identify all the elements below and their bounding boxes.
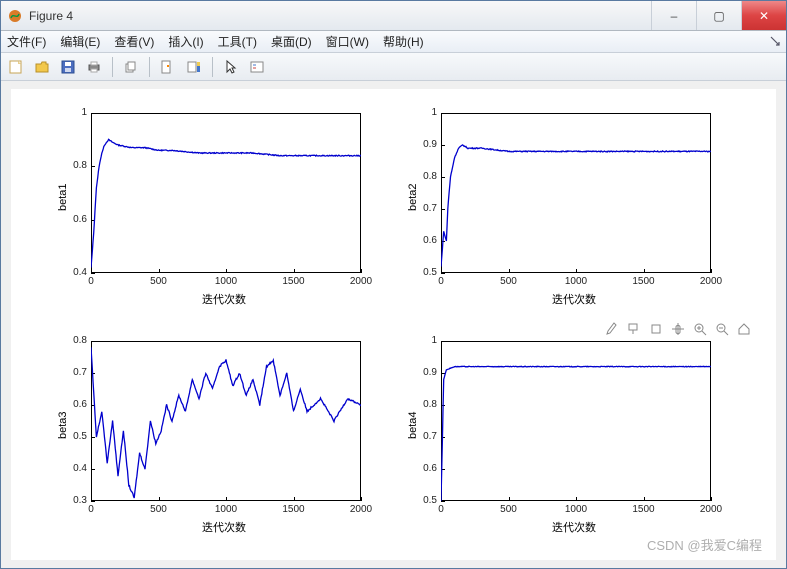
minimize-icon: – bbox=[671, 9, 678, 23]
menu-help[interactable]: 帮助(H) bbox=[383, 33, 424, 50]
menubar: 文件(F) 编辑(E) 查看(V) 插入(I) 工具(T) 桌面(D) 窗口(W… bbox=[1, 31, 786, 53]
xlabel: 迭代次数 bbox=[552, 519, 596, 535]
menu-file[interactable]: 文件(F) bbox=[7, 33, 46, 50]
colorbar-button[interactable] bbox=[183, 56, 205, 78]
window-title: Figure 4 bbox=[29, 9, 73, 23]
xtick-label: 1500 bbox=[630, 504, 658, 515]
ytick-label: 0.8 bbox=[413, 399, 437, 410]
open-button[interactable] bbox=[31, 56, 53, 78]
menu-insert[interactable]: 插入(I) bbox=[168, 33, 203, 50]
window-buttons: – ▢ ✕ bbox=[651, 1, 786, 30]
maximize-icon: ▢ bbox=[713, 9, 724, 23]
datacursor-button[interactable] bbox=[157, 56, 179, 78]
save-button[interactable] bbox=[57, 56, 79, 78]
ytick-label: 0.7 bbox=[413, 431, 437, 442]
menu-dropdown-icon[interactable] bbox=[770, 35, 780, 45]
xtick-label: 1000 bbox=[562, 504, 590, 515]
xtick-label: 2000 bbox=[697, 504, 725, 515]
minimize-button[interactable]: – bbox=[651, 1, 696, 30]
new-figure-button[interactable] bbox=[5, 56, 27, 78]
legend-button[interactable] bbox=[246, 56, 268, 78]
toolbar-separator bbox=[112, 57, 113, 77]
toolbar-separator bbox=[149, 57, 150, 77]
app-icon bbox=[7, 8, 23, 24]
toolbar-separator bbox=[212, 57, 213, 77]
copy-button[interactable] bbox=[120, 56, 142, 78]
xtick-label: 500 bbox=[495, 504, 523, 515]
menu-desktop[interactable]: 桌面(D) bbox=[271, 33, 312, 50]
close-icon: ✕ bbox=[759, 9, 769, 23]
ytick-label: 0.5 bbox=[413, 495, 437, 506]
subplot-beta4: beta4迭代次数05001000150020000.50.60.70.80.9… bbox=[11, 89, 771, 559]
figure-canvas: CSDN @我爱C编程 beta1迭代次数05001000150020000.4… bbox=[11, 89, 776, 560]
menu-edit[interactable]: 编辑(E) bbox=[60, 33, 100, 50]
menu-tools[interactable]: 工具(T) bbox=[218, 33, 257, 50]
line-plot bbox=[441, 341, 711, 501]
maximize-button[interactable]: ▢ bbox=[696, 1, 741, 30]
figure-area: CSDN @我爱C编程 beta1迭代次数05001000150020000.4… bbox=[1, 81, 786, 568]
menu-window[interactable]: 窗口(W) bbox=[326, 33, 369, 50]
pointer-button[interactable] bbox=[220, 56, 242, 78]
ytick-label: 0.6 bbox=[413, 463, 437, 474]
series-beta4 bbox=[441, 366, 711, 501]
toolbar bbox=[1, 53, 786, 81]
ytick-label: 1 bbox=[413, 335, 437, 346]
menu-view[interactable]: 查看(V) bbox=[114, 33, 154, 50]
ytick-label: 0.9 bbox=[413, 367, 437, 378]
titlebar: Figure 4 – ▢ ✕ bbox=[1, 1, 786, 31]
print-button[interactable] bbox=[83, 56, 105, 78]
close-button[interactable]: ✕ bbox=[741, 1, 786, 30]
